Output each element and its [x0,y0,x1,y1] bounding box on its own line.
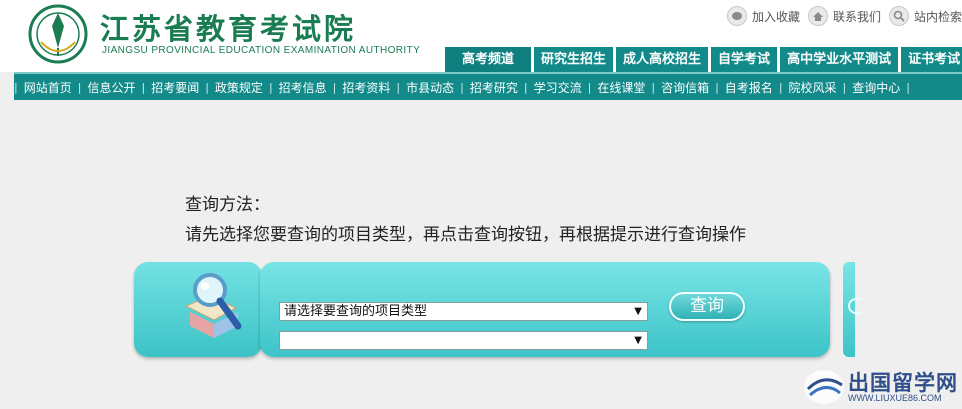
nav-item-home[interactable]: 网站首页 [18,79,78,96]
site-subtitle: JIANGSU PROVINCIAL EDUCATION EXAMINATION… [102,45,421,56]
bookmark-icon [726,6,747,26]
main-nav: | 网站首页 | 信息公开 | 招考要闻 | 政策规定 | 招考信息 | 招考资料 | 市县… [14,72,962,100]
nav-item-self-exam-signup[interactable]: 自考报名 [719,79,779,96]
site-title: 江苏省教育考试院 [100,12,357,46]
nav-item-local-news[interactable]: 市县动态 [400,79,460,96]
logo-emblem-icon [28,4,88,64]
tab-certificate[interactable]: 证书考试 [901,47,962,72]
dropdown-arrow-icon: ▼ [634,306,642,317]
watermark-url: WWW.LIUXUE86.COM [848,393,942,403]
nav-item-query-center[interactable]: 查询中心 [846,79,906,96]
dropdown-arrow-icon: ▼ [634,335,642,346]
tab-graduate[interactable]: 研究生招生 [534,47,614,72]
nav-item-exam-info[interactable]: 招考信息 [273,79,333,96]
add-favorite-link[interactable]: 加入收藏 [726,6,800,26]
nav-item-info-public[interactable]: 信息公开 [81,79,141,96]
contact-us-link[interactable]: 联系我们 [807,6,881,26]
search-icon [888,6,909,26]
nav-item-online-class[interactable]: 在线课堂 [591,79,651,96]
site-search-link[interactable]: 站内检索 [888,6,962,26]
add-favorite-label: 加入收藏 [751,9,800,24]
tab-adult-college[interactable]: 成人高校招生 [616,47,709,72]
tab-self-study[interactable]: 自学考试 [711,47,778,72]
tab-academic-test[interactable]: 高中学业水平测试 [780,47,899,72]
top-links: 加入收藏 联系我们 站内检索 [719,6,962,26]
magnifier-map-icon [184,273,242,338]
nav-item-policy[interactable]: 政策规定 [209,79,269,96]
nav-item-research[interactable]: 招考研究 [464,79,524,96]
nav-item-colleges[interactable]: 院校风采 [783,79,843,96]
query-type-select[interactable]: 请选择要查询的项目类型 ▼ [279,302,648,321]
next-panel-button-edge [848,298,862,314]
channel-tabs: 高考频道 研究生招生 成人高校招生 自学考试 高中学业水平测试 证书考试 [445,47,962,72]
nav-item-exchange[interactable]: 学习交流 [528,79,588,96]
nav-item-exam-materials[interactable]: 招考资料 [336,79,396,96]
instructions-heading: 查询方法： [185,195,270,215]
contact-us-label: 联系我们 [832,9,881,24]
tab-gaokao[interactable]: 高考频道 [445,47,532,72]
query-button[interactable]: 查询 [669,292,745,321]
nav-item-news[interactable]: 招考要闻 [145,79,205,96]
nav-item-mailbox[interactable]: 咨询信箱 [655,79,715,96]
query-subtype-select[interactable]: ▼ [279,331,648,350]
site-search-label: 站内检索 [913,9,962,24]
instructions-text: 请先选择您要查询的项目类型，再点击查询按钮，再根据提示进行查询操作 [185,225,746,245]
site-header: 江苏省教育考试院 JIANGSU PROVINCIAL EDUCATION EX… [0,0,962,72]
home-icon [807,6,828,26]
query-type-value: 请选择要查询的项目类型 [284,304,428,319]
